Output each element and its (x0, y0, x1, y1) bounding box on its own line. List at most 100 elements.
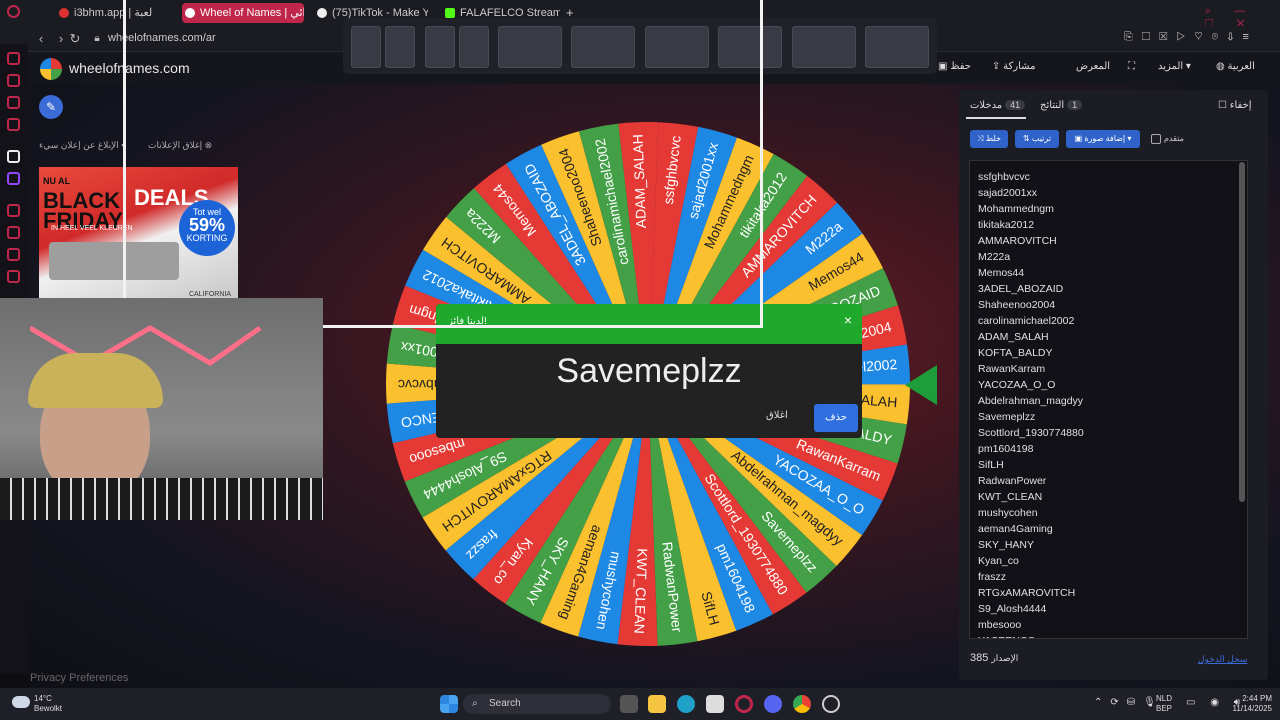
search-icon: ⌕ (472, 698, 478, 709)
opera-logo-icon[interactable] (7, 5, 20, 18)
tab-thumbnail[interactable] (571, 26, 635, 68)
ad-footer: CALIFORNIA (189, 291, 232, 298)
entry-item: M222a (978, 251, 1011, 263)
shuffle-button[interactable]: ⤨ خلط (970, 130, 1008, 148)
tray-icons[interactable]: ⌃⟳⛁🎙︎ (1094, 698, 1164, 708)
entry-item: ssfghbvcvc (978, 171, 1030, 183)
task-view-icon[interactable] (620, 695, 638, 713)
close-ads-link[interactable]: إغلاق الإعلانات ⊗ (148, 140, 212, 151)
tab-thumbnail[interactable] (718, 26, 782, 68)
cloud-icon (12, 696, 30, 708)
tab-thumbnail[interactable] (425, 26, 455, 68)
fullscreen-icon[interactable]: ⛶ (1128, 61, 1135, 72)
language-menu[interactable]: ◍ العربية (1216, 61, 1255, 72)
remove-button[interactable]: حذف (814, 404, 858, 432)
clock[interactable]: 2:44 PM 11/14/2025 (1222, 694, 1272, 714)
save-button[interactable]: ▣ حفظ (938, 61, 971, 72)
sidebar-aria-icon[interactable] (7, 52, 20, 65)
sidebar-settings-icon[interactable] (7, 270, 20, 283)
entries-scrollbar[interactable] (1239, 162, 1245, 502)
entry-item: mbesooo (978, 619, 1022, 631)
entry-item: AMMAROVITCH (978, 235, 1057, 247)
sidebar-history-icon[interactable] (7, 226, 20, 239)
entry-item: 3ADEL_ABOZAID (978, 283, 1064, 295)
more-menu[interactable]: المزيد ▾ (1158, 61, 1191, 72)
browser-toolbar-icons[interactable]: ⎘☐☒▷♡⌾⇩≡ (1124, 31, 1258, 44)
reload-icon[interactable]: ↻ (66, 30, 84, 48)
lock-icon: 🔒︎ (94, 33, 100, 44)
file-explorer-icon[interactable] (648, 695, 666, 713)
webcam-overlay (0, 298, 323, 520)
entry-item: SKY_HANY (978, 539, 1035, 551)
entry-item: RawanKarram (978, 363, 1046, 375)
sidebar-bag-icon[interactable] (7, 74, 20, 87)
share-button[interactable]: ⇪ مشاركة (992, 61, 1035, 72)
tab-thumbnail[interactable] (385, 26, 415, 68)
entry-item: YASEENCO (978, 633, 1084, 638)
entry-item: Memos44 (978, 267, 1025, 279)
sidebar-bulb-icon[interactable] (7, 248, 20, 261)
windows-start-icon[interactable] (440, 695, 458, 713)
entry-item: ADAM_SALAH (978, 331, 1049, 343)
entry-item: RTGxAMAROVITCH (978, 587, 1076, 599)
entry-item: YACOZAA_O_O (978, 379, 1056, 391)
entry-item: sajad2001xx (978, 187, 1037, 199)
gallery-link[interactable]: المعرض (1076, 61, 1110, 72)
entry-item: aeman4Gaming (978, 523, 1053, 535)
tab-i3bhm[interactable]: i3bhm.app | لعبة (56, 3, 156, 23)
tab-thumbnail[interactable] (865, 26, 929, 68)
entry-item: S9_Alosh4444 (978, 603, 1047, 615)
advertisement[interactable]: NU AL BLACK FRIDAY DEALS IN HEEL VEEL KLEU… (39, 167, 238, 300)
privacy-preferences-link[interactable]: Privacy Preferences (30, 672, 128, 684)
app-icon[interactable] (822, 695, 840, 713)
taskbar-search[interactable]: ⌕ Search (463, 694, 611, 714)
report-ad-link[interactable]: الإبلاغ عن إعلان سيء ▪ (39, 140, 124, 151)
chrome-icon[interactable] (793, 695, 811, 713)
sidebar-messenger-icon[interactable] (7, 96, 20, 109)
sidebar-news-icon[interactable] (7, 118, 20, 131)
entry-item: KWT_CLEAN (978, 491, 1043, 503)
language-indicator[interactable]: NLD BEP (1156, 694, 1172, 714)
version-info: 385 الإصدار (970, 652, 1019, 664)
tab-thumbnail[interactable] (498, 26, 562, 68)
windows-taskbar (0, 688, 1280, 720)
ad-headline: NU AL BLACK FRIDAY (43, 176, 123, 233)
close-button[interactable]: اغلاق (766, 410, 788, 421)
entry-item: KOFTA_BALDY (978, 347, 1053, 359)
back-icon[interactable]: ‹ (32, 30, 50, 48)
weather-widget[interactable]: 14°C Bewolkt (12, 694, 62, 714)
tab-thumbnail[interactable] (459, 26, 489, 68)
wheel-slice-label: KWT_CLEAN (631, 548, 650, 634)
edge-icon[interactable] (677, 695, 695, 713)
entry-item: pm1604198 (978, 443, 1034, 455)
wheel-logo-icon[interactable] (40, 58, 62, 80)
entries-textarea[interactable]: ssfghbvcvc sajad2001xx Mohammedngm tikitaka… (969, 160, 1248, 639)
sort-button[interactable]: ⇅ ترتيب (1015, 130, 1059, 148)
advanced-checkbox[interactable] (1151, 134, 1161, 144)
login-link[interactable]: سجل الدخول (1198, 654, 1247, 665)
tab-favicon-icon (59, 8, 69, 18)
opera-gx-icon[interactable] (735, 695, 753, 713)
add-image-button[interactable]: ▣ إضافة صورة ▾ (1066, 130, 1140, 148)
capture-frame-line (760, 0, 763, 328)
close-icon[interactable]: × (844, 312, 852, 328)
tab-thumbnail[interactable] (351, 26, 381, 68)
tab-thumbnail[interactable] (792, 26, 856, 68)
sidebar-tiktok-icon[interactable] (7, 150, 20, 163)
tab-wheel-of-names[interactable]: Wheel of Names | عشوائي (182, 3, 304, 23)
tab-entries[interactable]: مدخلات 41 (970, 100, 1028, 111)
tab-results[interactable]: النتائج 1 (1040, 100, 1085, 111)
sidebar-player-icon[interactable] (7, 204, 20, 217)
discord-icon[interactable] (764, 695, 782, 713)
entry-item: RadwanPower (978, 475, 1047, 487)
site-logo[interactable]: wheelofnames.com (69, 60, 190, 76)
edit-wheel-button[interactable]: ✎ (39, 95, 63, 119)
tiktok-icon (317, 8, 327, 18)
entry-item: Kyan_co (978, 555, 1019, 567)
capture-frame-line (123, 0, 126, 298)
tab-favicon-icon (185, 8, 195, 18)
store-icon[interactable] (706, 695, 724, 713)
tab-thumbnail[interactable] (645, 26, 709, 68)
sidebar-twitch-icon[interactable] (7, 172, 20, 185)
hide-toggle[interactable]: ☐ إخفاء (1218, 100, 1252, 111)
